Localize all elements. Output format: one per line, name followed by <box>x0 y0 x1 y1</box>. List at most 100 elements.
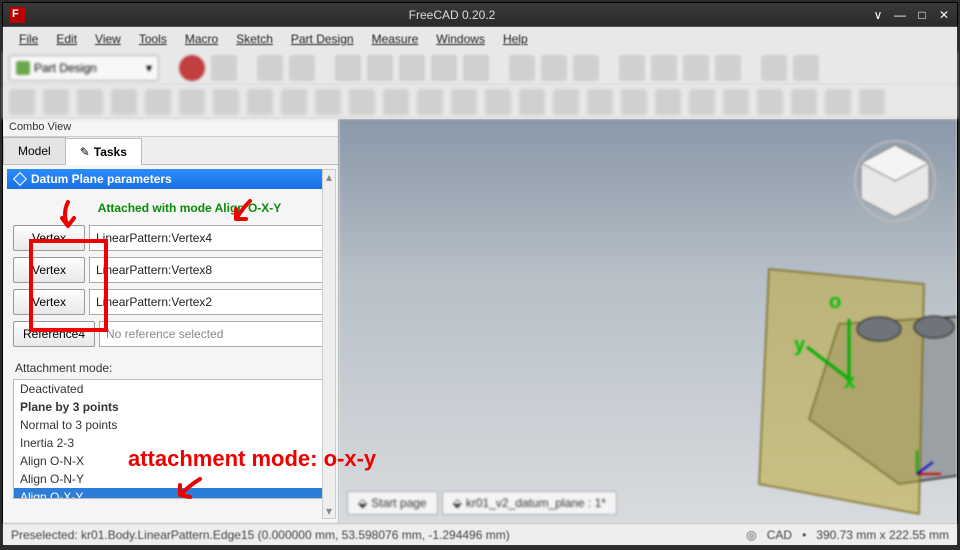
ref-value-1[interactable]: LinearPattern:Vertex4 <box>89 225 328 251</box>
toolbar-button[interactable] <box>825 89 851 115</box>
toolbar-button[interactable] <box>349 89 375 115</box>
toolbar-button[interactable] <box>211 55 237 81</box>
freecad-icon: ⬙ <box>358 496 367 510</box>
axis-label-x: x <box>844 371 855 394</box>
maximize-button[interactable]: □ <box>915 8 929 22</box>
doc-tab-model[interactable]: ⬙kr01_v2_datum_plane : 1* <box>442 491 617 515</box>
window-title: FreeCAD 0.20.2 <box>33 8 871 22</box>
toolbar-button[interactable] <box>619 55 645 81</box>
scrollbar[interactable]: ▴ ▾ <box>322 169 336 519</box>
mode-item[interactable]: Deactivated <box>14 380 327 398</box>
toolbar-button[interactable] <box>621 89 647 115</box>
toolbar-button[interactable] <box>463 55 489 81</box>
pencil-icon: ✎ <box>80 145 90 159</box>
toolbar-button[interactable] <box>281 89 307 115</box>
toolbar-button[interactable] <box>485 89 511 115</box>
toolbar-button[interactable] <box>451 89 477 115</box>
mode-item[interactable]: Normal to 3 points <box>14 416 327 434</box>
menu-macro[interactable]: Macro <box>177 29 226 49</box>
toolbar-button[interactable] <box>509 55 535 81</box>
menu-tools[interactable]: Tools <box>131 29 175 49</box>
toolbar-button[interactable] <box>289 55 315 81</box>
toolbar-button[interactable] <box>399 55 425 81</box>
mode-item-selected[interactable]: Align O-X-Y <box>14 488 327 499</box>
toolbar-button[interactable] <box>335 55 361 81</box>
toolbar-button[interactable] <box>179 89 205 115</box>
toolbar-button[interactable] <box>77 89 103 115</box>
attachment-status: Attached with mode Align O-X-Y <box>13 195 328 225</box>
toolbar-button[interactable] <box>553 89 579 115</box>
toolbar-button[interactable] <box>417 89 443 115</box>
toolbar-button[interactable] <box>9 89 35 115</box>
toolbar-button[interactable] <box>43 89 69 115</box>
navigation-cube[interactable] <box>851 137 939 225</box>
doc-tab-start[interactable]: ⬙Start page <box>347 491 438 515</box>
menu-sketch[interactable]: Sketch <box>228 29 281 49</box>
task-header: Datum Plane parameters <box>7 169 334 189</box>
ref-value-2[interactable]: LinearPattern:Vertex8 <box>89 257 328 283</box>
toolbar-button[interactable] <box>367 55 393 81</box>
ref-button-1[interactable]: Vertex <box>13 225 85 251</box>
chevron-down-icon: ▾ <box>146 61 152 75</box>
mode-item[interactable]: Align O-N-Y <box>14 470 327 488</box>
toolbar-button[interactable] <box>431 55 457 81</box>
toolbar-button[interactable] <box>573 55 599 81</box>
toolbar-button[interactable] <box>247 89 273 115</box>
toolbar-button[interactable] <box>213 89 239 115</box>
nav-style-label: CAD <box>767 528 792 542</box>
minimize-button[interactable]: ∨ <box>871 8 885 22</box>
menu-measure[interactable]: Measure <box>364 29 427 49</box>
tab-tasks[interactable]: ✎ Tasks <box>65 138 142 165</box>
mode-item[interactable]: Plane by 3 points <box>14 398 327 416</box>
toolbar-button[interactable] <box>859 89 885 115</box>
toolbar-button[interactable] <box>383 89 409 115</box>
nav-style-icon[interactable]: ◎ <box>746 528 756 542</box>
toolbar-button[interactable] <box>315 89 341 115</box>
toolbar-button[interactable] <box>587 89 613 115</box>
workbench-selector[interactable]: Part Design ▾ <box>9 55 159 81</box>
menu-edit[interactable]: Edit <box>48 29 85 49</box>
axis-label-o: o <box>829 291 841 314</box>
combo-view-panel: Combo View Model ✎ Tasks Datum Plane par… <box>3 119 339 523</box>
mode-item[interactable]: Align O-N-X <box>14 452 327 470</box>
toolbar-button[interactable] <box>651 55 677 81</box>
toolbar-button[interactable] <box>683 55 709 81</box>
freecad-icon: ⬙ <box>453 496 462 510</box>
toolbar-button[interactable] <box>179 55 205 81</box>
ref-button-3[interactable]: Vertex <box>13 289 85 315</box>
statusbar: Preselected: kr01.Body.LinearPattern.Edg… <box>3 523 957 545</box>
scroll-up-icon[interactable]: ▴ <box>323 170 335 184</box>
toolbar-button[interactable] <box>111 89 137 115</box>
menu-partdesign[interactable]: Part Design <box>283 29 362 49</box>
toolbar-button[interactable] <box>791 89 817 115</box>
ref-button-4[interactable]: Reference4 <box>13 321 95 347</box>
attachment-mode-list[interactable]: Deactivated Plane by 3 points Normal to … <box>13 379 328 499</box>
toolbar-button[interactable] <box>757 89 783 115</box>
close-button[interactable]: ✕ <box>937 8 951 22</box>
toolbar-button[interactable] <box>655 89 681 115</box>
toolbar-button[interactable] <box>257 55 283 81</box>
menu-help[interactable]: Help <box>495 29 536 49</box>
toolbar-button[interactable] <box>715 55 741 81</box>
ref-value-3[interactable]: LinearPattern:Vertex2 <box>89 289 328 315</box>
minimize2-button[interactable]: ― <box>893 8 907 22</box>
toolbar-button[interactable] <box>519 89 545 115</box>
mode-label: Attachment mode: <box>13 353 328 379</box>
axis-label-y: y <box>794 334 805 357</box>
3d-viewport[interactable]: o x y ⬙Start page ⬙kr01_v2_datum_plane :… <box>339 119 957 523</box>
toolbar-button[interactable] <box>793 55 819 81</box>
tab-model[interactable]: Model <box>3 137 66 164</box>
mode-item[interactable]: Inertia 2-3 <box>14 434 327 452</box>
toolbar-button[interactable] <box>723 89 749 115</box>
menu-view[interactable]: View <box>87 29 129 49</box>
menu-windows[interactable]: Windows <box>428 29 493 49</box>
ref-button-2[interactable]: Vertex <box>13 257 85 283</box>
ref-value-4[interactable]: No reference selected <box>99 321 328 347</box>
menubar: File Edit View Tools Macro Sketch Part D… <box>3 27 957 51</box>
toolbar-button[interactable] <box>145 89 171 115</box>
toolbar-button[interactable] <box>541 55 567 81</box>
scroll-down-icon[interactable]: ▾ <box>323 504 335 518</box>
menu-file[interactable]: File <box>11 29 46 49</box>
toolbar-button[interactable] <box>761 55 787 81</box>
toolbar-button[interactable] <box>689 89 715 115</box>
